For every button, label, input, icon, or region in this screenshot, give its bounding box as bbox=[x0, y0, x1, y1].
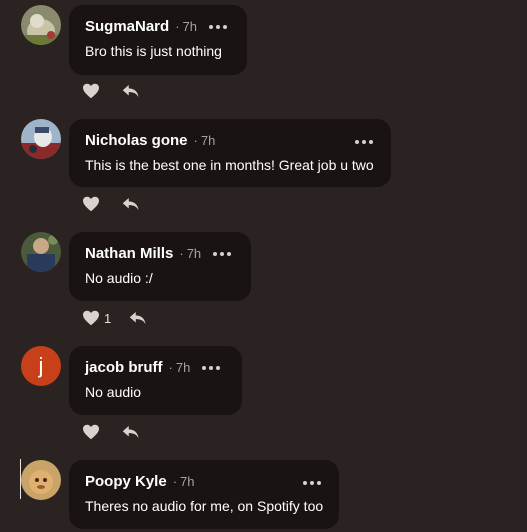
reply-arrow-icon bbox=[122, 85, 139, 97]
comment-author[interactable]: Poopy Kyle bbox=[85, 473, 167, 490]
comment-text: This is the best one in months! Great jo… bbox=[85, 157, 374, 173]
comment-bubble: SugmaNard · 7h Bro this is just nothing bbox=[69, 5, 247, 75]
comment-author[interactable]: jacob bruff bbox=[85, 359, 163, 376]
comment-actions bbox=[82, 83, 140, 99]
separator-dot: · bbox=[172, 474, 178, 489]
comment-text: No audio bbox=[85, 384, 142, 400]
like-button[interactable] bbox=[82, 424, 104, 440]
reply-button[interactable] bbox=[122, 83, 140, 99]
heart-icon bbox=[83, 83, 99, 99]
comment-text: No audio :/ bbox=[85, 270, 153, 286]
heart-icon bbox=[83, 196, 99, 212]
comment-author[interactable]: Nicholas gone bbox=[85, 132, 188, 149]
avatar[interactable] bbox=[21, 119, 61, 159]
more-dots-icon[interactable] bbox=[202, 365, 221, 370]
reply-arrow-icon bbox=[122, 198, 139, 210]
separator-dot: · bbox=[168, 360, 173, 375]
comment-bubble: Nicholas gone · 7h This is the best one … bbox=[69, 119, 391, 187]
comment-bubble: Poopy Kyle · 7h Theres no audio for me, … bbox=[69, 460, 339, 529]
like-button[interactable] bbox=[82, 83, 104, 99]
separator-dot: · bbox=[175, 19, 180, 34]
comment-actions: 1 bbox=[82, 310, 147, 326]
more-dots-icon[interactable] bbox=[303, 481, 321, 485]
avatar[interactable] bbox=[21, 232, 61, 272]
comment-actions bbox=[82, 424, 140, 440]
like-button[interactable] bbox=[82, 196, 104, 212]
more-dots-icon[interactable] bbox=[355, 140, 373, 144]
more-dots-icon[interactable] bbox=[209, 24, 227, 29]
comment-bubble: jacob bruff · 7h No audio bbox=[69, 346, 242, 415]
reply-button[interactable] bbox=[129, 310, 147, 326]
comment-author[interactable]: SugmaNard bbox=[85, 18, 169, 35]
reply-button[interactable] bbox=[122, 196, 140, 212]
separator-dot: · bbox=[193, 133, 198, 148]
avatar-letter: j bbox=[38, 353, 44, 378]
comment-bubble: Nathan Mills · 7h No audio :/ bbox=[69, 232, 251, 301]
comment-text: Bro this is just nothing bbox=[85, 43, 222, 59]
comment-time: 7h bbox=[200, 133, 216, 148]
avatar-image bbox=[21, 5, 61, 45]
avatar[interactable] bbox=[21, 460, 61, 500]
comment-time: 7h bbox=[180, 474, 195, 489]
reply-arrow-icon bbox=[122, 426, 139, 438]
avatar[interactable]: j bbox=[21, 346, 61, 386]
reply-arrow-icon bbox=[129, 312, 146, 324]
heart-icon bbox=[83, 424, 99, 440]
comment-actions bbox=[82, 196, 140, 212]
comment-time: 7h bbox=[182, 19, 197, 34]
separator-dot: · bbox=[179, 246, 184, 261]
like-count: 1 bbox=[104, 310, 112, 326]
reply-button[interactable] bbox=[122, 424, 140, 440]
avatar-image bbox=[21, 460, 61, 500]
comment-time: 7h bbox=[186, 246, 202, 261]
more-dots-icon[interactable] bbox=[213, 251, 232, 256]
comment-time: 7h bbox=[175, 360, 191, 375]
like-button[interactable]: 1 bbox=[82, 310, 111, 326]
comment-text: Theres no audio for me, on Spotify too bbox=[85, 498, 324, 514]
avatar-image bbox=[21, 119, 61, 159]
avatar-image bbox=[21, 232, 61, 272]
comment-author[interactable]: Nathan Mills bbox=[85, 245, 173, 262]
avatar[interactable] bbox=[21, 5, 61, 45]
heart-icon bbox=[83, 310, 99, 326]
